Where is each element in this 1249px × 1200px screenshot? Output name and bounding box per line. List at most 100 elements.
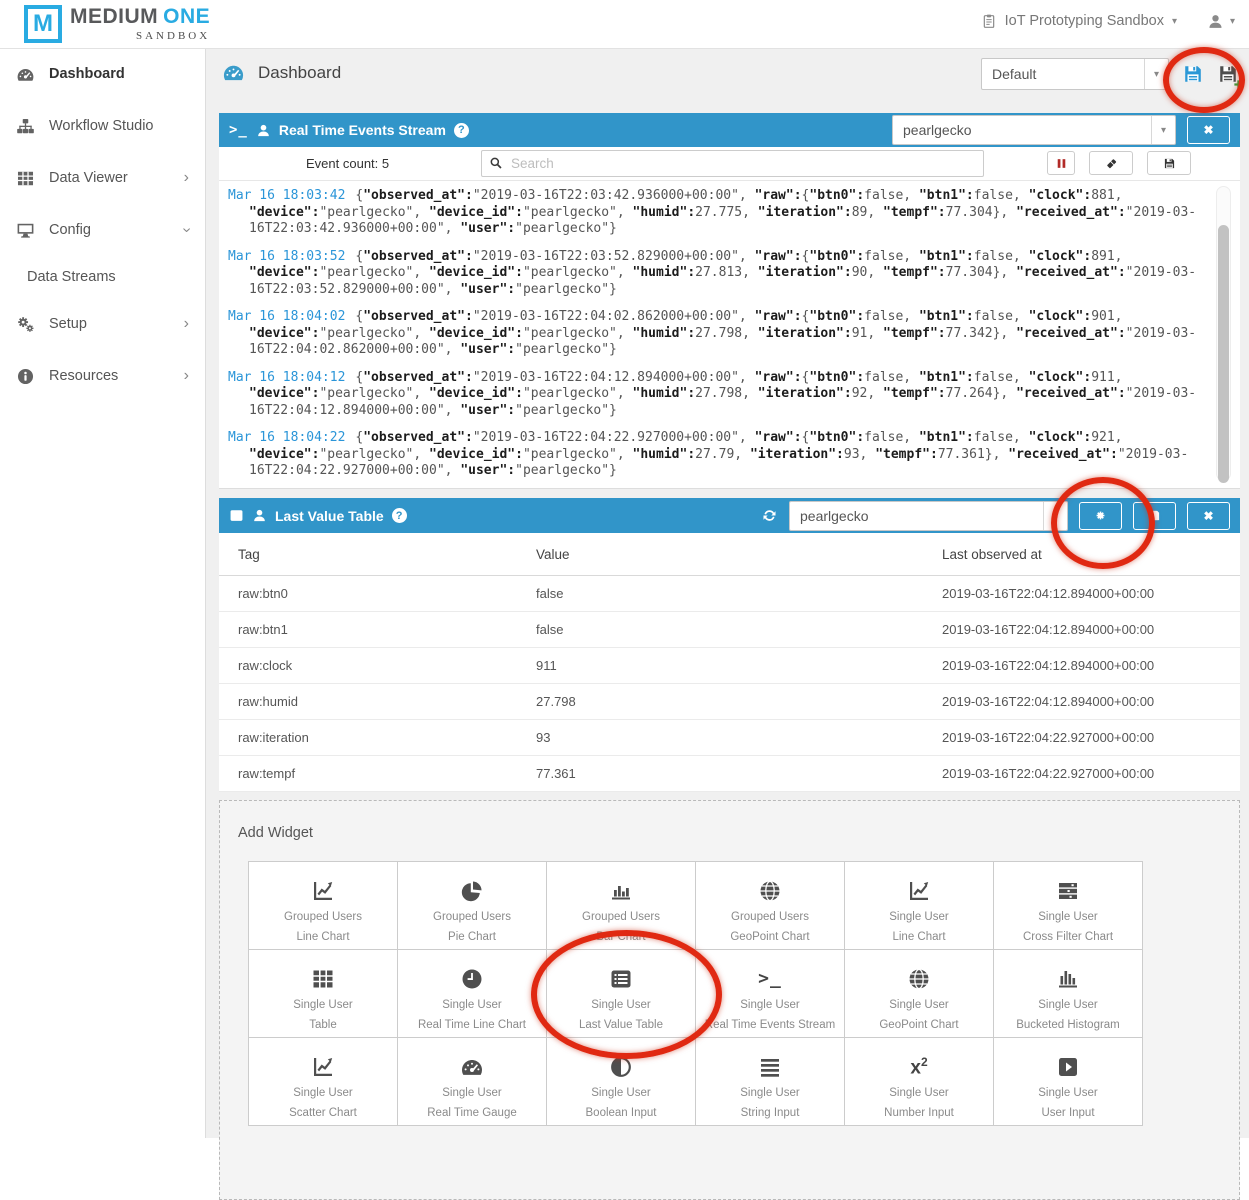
cell-last-observed: 2019-03-16T22:04:12.894000+00:00 bbox=[942, 694, 1240, 709]
eraser-icon bbox=[1105, 157, 1118, 170]
event-log-entry: Mar 16 18:03:52{"observed_at":"2019-03-1… bbox=[228, 249, 1198, 299]
caret-down-icon: ▾ bbox=[1151, 116, 1175, 144]
widget-label-line1: Single User bbox=[1038, 911, 1097, 923]
events-search bbox=[481, 150, 984, 177]
gears-icon bbox=[16, 315, 35, 334]
widget-grouped-users-pie-chart[interactable]: Grouped Users Pie Chart bbox=[398, 862, 547, 950]
sitemap-icon bbox=[16, 117, 35, 136]
events-search-input[interactable] bbox=[481, 150, 984, 177]
widget-label-line1: Single User bbox=[591, 999, 650, 1011]
widget-single-user-user-input[interactable]: Single User User Input bbox=[994, 1038, 1143, 1126]
lvt-widget-header-controls: pearlgecko ▾ ✖ bbox=[761, 501, 1230, 531]
widget-single-user-table[interactable]: Single User Table bbox=[249, 950, 398, 1038]
widget-grouped-users-line-chart[interactable]: Grouped Users Line Chart bbox=[249, 862, 398, 950]
widget-label-line1: Single User bbox=[889, 911, 948, 923]
widget-label-line2: String Input bbox=[741, 1107, 800, 1119]
user-menu[interactable]: ▾ bbox=[1207, 13, 1235, 30]
save-icon bbox=[1148, 509, 1161, 522]
lvt-close-button[interactable]: ✖ bbox=[1187, 502, 1230, 530]
widget-single-user-cross-filter-chart[interactable]: Single User Cross Filter Chart bbox=[994, 862, 1143, 950]
event-log-entry: Mar 16 18:04:22{"observed_at":"2019-03-1… bbox=[228, 430, 1198, 480]
event-timestamp: Mar 16 18:03:42 bbox=[228, 188, 355, 203]
sidebar-item-label: Workflow Studio bbox=[49, 118, 154, 134]
list-table-icon bbox=[609, 965, 633, 992]
terminal-icon: >_ bbox=[758, 965, 782, 992]
main-content: Dashboard Default ▾ >_ Real Time Events … bbox=[206, 48, 1249, 1138]
brand-logo[interactable]: M MEDIUMONE SANDBOX bbox=[24, 5, 210, 43]
clear-stream-button[interactable] bbox=[1089, 151, 1133, 175]
widget-single-user-bucketed-histogram[interactable]: Single User Bucketed Histogram bbox=[994, 950, 1143, 1038]
column-header-value: Value bbox=[536, 547, 942, 562]
widget-single-user-geopoint-chart[interactable]: Single User GeoPoint Chart bbox=[845, 950, 994, 1038]
table-row: raw:iteration 93 2019-03-16T22:04:22.927… bbox=[219, 720, 1240, 756]
widget-single-user-last-value-table[interactable]: Single User Last Value Table bbox=[547, 950, 696, 1038]
lvt-export-button[interactable] bbox=[1133, 502, 1176, 530]
save-icon bbox=[1182, 63, 1204, 85]
events-widget-title: Real Time Events Stream bbox=[279, 122, 446, 138]
lvt-settings-button[interactable] bbox=[1079, 502, 1122, 530]
help-icon[interactable]: ? bbox=[454, 123, 469, 138]
sidebar-item-data-streams[interactable]: Data Streams bbox=[0, 256, 205, 298]
help-icon[interactable]: ? bbox=[392, 508, 407, 523]
caret-down-icon: ▾ bbox=[1172, 16, 1177, 27]
sidebar-item-workflow-studio[interactable]: Workflow Studio bbox=[0, 100, 205, 152]
events-close-button[interactable]: ✖ bbox=[1187, 116, 1230, 144]
cell-last-observed: 2019-03-16T22:04:22.927000+00:00 bbox=[942, 766, 1240, 781]
widget-label-line1: Single User bbox=[442, 1087, 501, 1099]
add-widget-title: Add Widget bbox=[238, 825, 313, 841]
sidebar-item-setup[interactable]: Setup › bbox=[0, 298, 205, 350]
brand-mark: M bbox=[24, 5, 62, 43]
event-json: {"observed_at":"2019-03-16T22:04:12.8940… bbox=[249, 370, 1196, 418]
cell-last-observed: 2019-03-16T22:04:22.927000+00:00 bbox=[942, 730, 1240, 745]
widget-single-user-boolean-input[interactable]: Single User Boolean Input bbox=[547, 1038, 696, 1126]
widget-single-user-string-input[interactable]: Single User String Input bbox=[696, 1038, 845, 1126]
page-title: Dashboard bbox=[258, 63, 341, 83]
events-widget-header: >_ Real Time Events Stream ? pearlgecko … bbox=[219, 113, 1240, 147]
widget-single-user-real-time-gauge[interactable]: Single User Real Time Gauge bbox=[398, 1038, 547, 1126]
line-chart-icon bbox=[311, 877, 335, 904]
histogram-icon bbox=[1056, 965, 1080, 992]
save-dashboard-button[interactable] bbox=[1182, 63, 1204, 85]
widget-grouped-users-bar-chart[interactable]: Grouped Users Bar Chart bbox=[547, 862, 696, 950]
widget-label-line2: Number Input bbox=[884, 1107, 954, 1119]
pause-stream-button[interactable] bbox=[1047, 151, 1075, 175]
widget-label-line2: Real Time Line Chart bbox=[418, 1019, 526, 1031]
export-stream-button[interactable] bbox=[1147, 151, 1191, 175]
sidebar-item-config[interactable]: Config › bbox=[0, 204, 205, 256]
widget-label-line2: Bucketed Histogram bbox=[1016, 1019, 1120, 1031]
lvt-table-header: Tag Value Last observed at bbox=[219, 533, 1240, 576]
event-count-label: Event count: 5 bbox=[306, 147, 389, 180]
cell-value: 93 bbox=[536, 730, 942, 745]
widget-label-line1: Single User bbox=[1038, 999, 1097, 1011]
dashboard-select[interactable]: Default ▾ bbox=[981, 58, 1169, 90]
sidebar-item-label: Data Viewer bbox=[49, 170, 128, 186]
widget-grouped-users-geopoint-chart[interactable]: Grouped Users GeoPoint Chart bbox=[696, 862, 845, 950]
workspace-selector[interactable]: IoT Prototyping Sandbox ▾ bbox=[981, 13, 1177, 29]
widget-label-line1: Single User bbox=[293, 1087, 352, 1099]
gear-icon bbox=[1094, 509, 1107, 522]
widget-single-user-line-chart[interactable]: Single User Line Chart bbox=[845, 862, 994, 950]
widget-single-user-real-time-events-stream[interactable]: >_ Single User Real Time Events Stream bbox=[696, 950, 845, 1038]
widget-single-user-scatter-chart[interactable]: Single User Scatter Chart bbox=[249, 1038, 398, 1126]
widget-label-line2: Bar Chart bbox=[596, 931, 645, 943]
pause-icon bbox=[1055, 157, 1068, 170]
sidebar-item-dashboard[interactable]: Dashboard bbox=[0, 48, 205, 100]
bar-chart-icon bbox=[609, 877, 633, 904]
sidebar-item-resources[interactable]: Resources › bbox=[0, 350, 205, 402]
events-scrollbar-thumb[interactable] bbox=[1218, 225, 1229, 483]
sidebar-item-data-viewer[interactable]: Data Viewer › bbox=[0, 152, 205, 204]
sidebar-item-label: Setup bbox=[49, 316, 87, 332]
sidebar-item-label: Config bbox=[49, 222, 91, 238]
refresh-button[interactable] bbox=[761, 507, 778, 524]
lvt-device-select[interactable]: pearlgecko ▾ bbox=[789, 501, 1068, 531]
events-device-select[interactable]: pearlgecko ▾ bbox=[892, 115, 1176, 145]
globe-icon bbox=[758, 877, 782, 904]
event-json: {"observed_at":"2019-03-16T22:04:22.9270… bbox=[249, 430, 1188, 478]
cell-tag: raw:iteration bbox=[238, 730, 536, 745]
widget-single-user-real-time-line-chart[interactable]: Single User Real Time Line Chart bbox=[398, 950, 547, 1038]
add-widget-grid: Grouped Users Line Chart Grouped Users P… bbox=[248, 861, 1143, 1126]
toggle-icon bbox=[609, 1053, 633, 1080]
scatter-chart-icon bbox=[311, 1053, 335, 1080]
widget-single-user-number-input[interactable]: x2 Single User Number Input bbox=[845, 1038, 994, 1126]
save-dashboard-as-new-button[interactable] bbox=[1217, 63, 1239, 85]
